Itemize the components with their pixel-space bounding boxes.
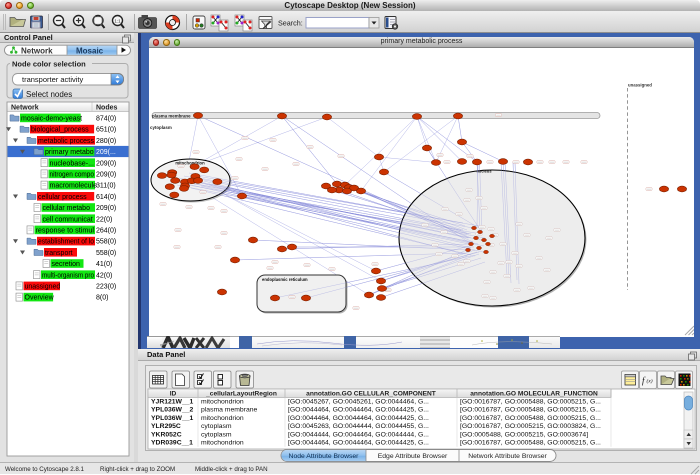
svg-text:[GO:0016787, GO:0005488, GO:00: [GO:0016787, GO:0005488, GO:0005215, G..…: [460, 440, 601, 447]
svg-text:transporter activity: transporter activity: [22, 75, 84, 84]
svg-text:plasma membrane: plasma membrane: [152, 113, 191, 118]
svg-text:558(0): 558(0): [96, 239, 116, 246]
svg-text:[GO:0044464, GO:0044464, GO:00: [GO:0044464, GO:0044464, GO:0044425, G..…: [288, 415, 429, 422]
svg-text:annotation.GO CELLULAR_COMPONE: annotation.GO CELLULAR_COMPONENT: [306, 390, 436, 397]
svg-text:mosaic-demo-yeast: mosaic-demo-yeast: [21, 116, 82, 123]
svg-text:614(0): 614(0): [96, 194, 116, 201]
svg-text:8(0): 8(0): [96, 295, 108, 302]
svg-text:unassigned: unassigned: [25, 284, 61, 291]
svg-text:1:1: 1:1: [114, 19, 121, 24]
svg-text:primary metabo: primary metabo: [45, 149, 94, 156]
svg-text:22(0): 22(0): [96, 216, 112, 223]
svg-text:42(0): 42(0): [96, 272, 112, 279]
svg-text:Select nodes: Select nodes: [26, 90, 72, 99]
svg-text:Node color selection: Node color selection: [12, 60, 86, 69]
svg-text:280(0): 280(0): [96, 138, 116, 145]
svg-text:endoplasmic reticulum: endoplasmic reticulum: [262, 277, 308, 282]
svg-text:41(0): 41(0): [96, 261, 112, 268]
svg-text:transport: transport: [45, 250, 73, 257]
svg-text:209(...: 209(...: [96, 149, 116, 156]
svg-text:YLR295C: YLR295C: [151, 423, 181, 430]
svg-text:ID: ID: [170, 390, 177, 397]
svg-text:223(0): 223(0): [96, 284, 116, 291]
svg-text:cell communicat: cell communicat: [43, 216, 93, 223]
svg-text:response to stimul: response to stimul: [36, 228, 95, 235]
svg-text:cytoplasm: cytoplasm: [201, 431, 232, 438]
svg-text:establishment of lo: establishment of lo: [38, 239, 94, 246]
svg-text:mitochondrion: mitochondrion: [201, 440, 244, 447]
svg-text:(x): (x): [647, 378, 653, 385]
svg-text:YPL036W__2: YPL036W__2: [151, 407, 194, 414]
svg-text:cytoplasm: cytoplasm: [201, 423, 232, 430]
svg-text:cellular process: cellular process: [38, 194, 87, 201]
svg-text:_cellularLayoutRegion: _cellularLayoutRegion: [205, 390, 277, 397]
svg-text:264(0): 264(0): [96, 228, 116, 235]
svg-text:mitochondrion: mitochondrion: [201, 399, 244, 406]
svg-text:209(0): 209(0): [96, 205, 116, 212]
svg-text:[GO:0016787, GO:0005488, GO:00: [GO:0016787, GO:0005488, GO:0005215, G..…: [460, 399, 601, 406]
svg-text:311(0): 311(0): [96, 183, 116, 190]
svg-text:209(0): 209(0): [96, 160, 116, 167]
svg-text:558(0): 558(0): [96, 250, 116, 257]
svg-text:nucleus: nucleus: [476, 169, 492, 174]
svg-text:secretion: secretion: [52, 261, 81, 268]
svg-text:Network: Network: [11, 105, 39, 112]
svg-text:[GO:0044444, GO:0044464, GO:00: [GO:0044444, GO:0044464, GO:0044444, G..…: [288, 431, 429, 438]
svg-text:Mosaic: Mosaic: [76, 46, 104, 55]
svg-text:[GO:0045263, GO:0044444, GO:00: [GO:0045263, GO:0044444, GO:0044455, G..…: [288, 423, 429, 430]
svg-text:YDR039C__1: YDR039C__1: [151, 440, 193, 447]
svg-text:unassigned: unassigned: [628, 83, 652, 88]
svg-text:Node Attribute Browser: Node Attribute Browser: [289, 453, 360, 460]
svg-text:Overview: Overview: [25, 295, 55, 302]
svg-text:Nodes: Nodes: [96, 105, 118, 112]
svg-text:annotation.GO MOLECULAR_FUNCTI: annotation.GO MOLECULAR_FUNCTION: [470, 390, 598, 397]
svg-text:macromolecule: macromolecule: [50, 183, 98, 190]
svg-text:multi-organism pro: multi-organism pro: [42, 272, 94, 279]
svg-text:metabolic process: metabolic process: [38, 138, 94, 145]
svg-text:cytoplasm: cytoplasm: [150, 125, 172, 130]
svg-text:[GO:0016787, GO:0005215, GO:00: [GO:0016787, GO:0005215, GO:0003824, G..…: [460, 423, 601, 430]
svg-text:[GO:0005488, GO:0005215, GO:00: [GO:0005488, GO:0005215, GO:0003674]: [460, 431, 588, 438]
svg-text:[GO:0016787, GO:0005488, GO:00: [GO:0016787, GO:0005488, GO:0005215, G..…: [460, 415, 601, 422]
svg-text:nitrogen compo: nitrogen compo: [50, 172, 95, 179]
svg-text:cellular metabo: cellular metabo: [43, 205, 91, 212]
svg-text:YJR121W__1: YJR121W__1: [151, 399, 194, 406]
svg-text:[GO:0016787, GO:0005488, GO:00: [GO:0016787, GO:0005488, GO:0005215, G..…: [460, 407, 601, 414]
svg-text:nucleobase-...: nucleobase-...: [50, 160, 95, 167]
svg-text:[GO:0045267, GO:0045261, GO:00: [GO:0045267, GO:0045261, GO:0044464, G..…: [288, 399, 429, 406]
svg-text:biological_process: biological_process: [31, 127, 89, 134]
svg-text:plasma membrane: plasma membrane: [201, 407, 258, 414]
svg-text:209(0): 209(0): [96, 172, 116, 179]
svg-text:YPL036W__1: YPL036W__1: [151, 415, 194, 422]
svg-text:651(0): 651(0): [96, 127, 116, 134]
svg-text:Search:: Search:: [278, 19, 303, 28]
svg-text:Network: Network: [21, 46, 53, 55]
svg-text:[GO:0044464, GO:0044464, GO:00: [GO:0044464, GO:0044464, GO:0044425, G..…: [288, 440, 429, 447]
svg-text:[GO:0044464, GO:0044464, GO:00: [GO:0044464, GO:0044464, GO:0044425, G..…: [288, 407, 429, 414]
svg-text:Network Attribute Browser: Network Attribute Browser: [468, 453, 547, 460]
svg-text:874(0): 874(0): [96, 116, 116, 123]
svg-text:Edge Attribute Browser: Edge Attribute Browser: [378, 453, 448, 460]
svg-text:mitochondrion: mitochondrion: [201, 415, 244, 422]
svg-text:YKR052C: YKR052C: [151, 431, 182, 438]
